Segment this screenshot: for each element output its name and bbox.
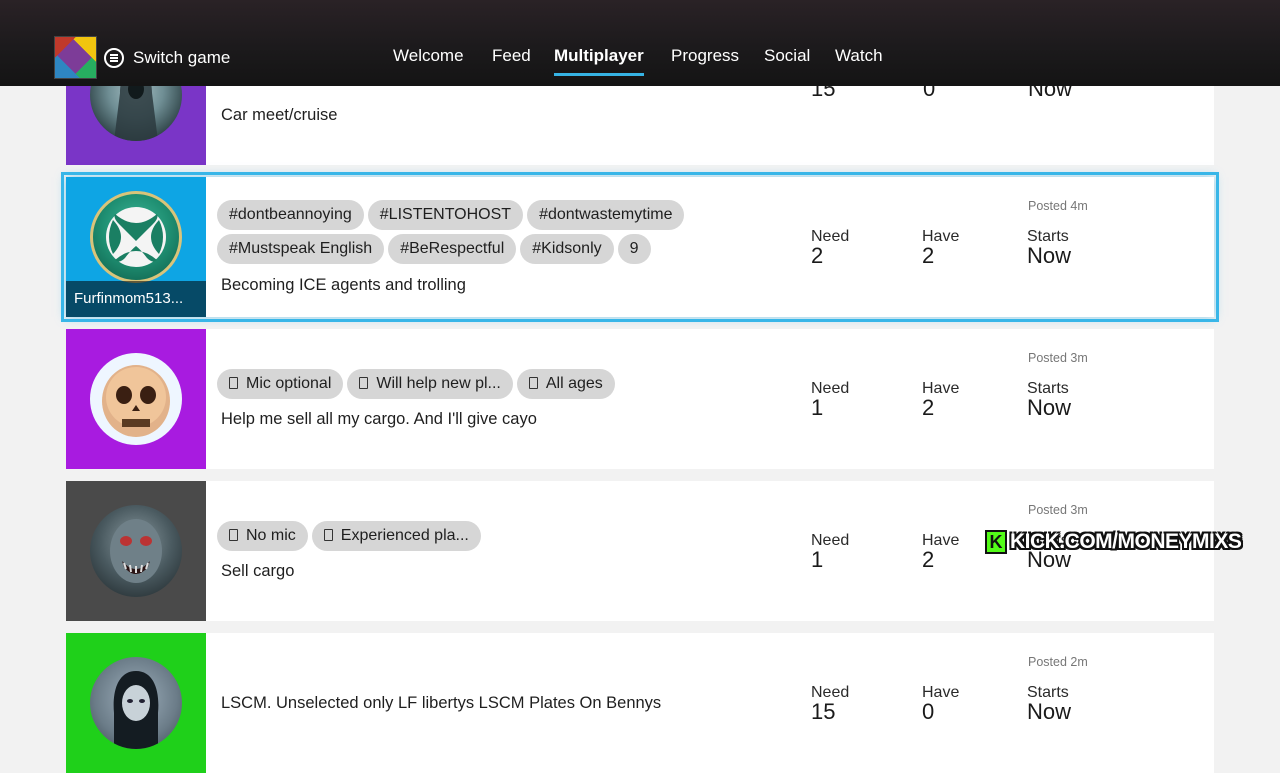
starts-value: Now [1027,699,1072,724]
need-value: 15 [811,699,836,724]
tag-chip: No mic [217,521,308,551]
avatar [90,191,182,283]
document-icon [323,529,333,541]
need-value: 1 [811,395,824,420]
tag-list: No mic Experienced pla... [217,521,737,555]
need-value: 1 [811,547,824,572]
have-stat: Have 2 [922,380,959,420]
starts-value: Now [1027,243,1072,268]
lfg-post-row[interactable]: LSCM. Unselected only LF libertys LSCM P… [66,633,1214,773]
tab-social[interactable]: Social [764,46,810,66]
kick-watermark: K KICK.COM/MONEYMIXS [985,529,1242,555]
need-stat: Need 1 [811,380,849,420]
post-description: Sell cargo [221,562,295,580]
tag-chip: #Kidsonly [520,234,614,264]
need-stat: Need 15 [811,684,849,724]
posted-time: Posted 3m [1028,503,1088,517]
top-navigation-bar: Switch game Welcome Feed Multiplayer Pro… [0,0,1280,86]
starts-value: Now [1027,395,1072,420]
tab-watch[interactable]: Watch [835,46,883,66]
game-thumbnail[interactable] [54,36,97,79]
tag-label: Will help new pl... [376,375,501,392]
document-icon [229,529,238,541]
posted-time: Posted 3m [1028,351,1088,365]
have-value: 2 [922,395,935,420]
tag-chip: All ages [516,369,615,399]
tag-list: Mic optional Will help new pl... All ages [217,369,737,403]
watermark-text: KICK.COM/MONEYMIXS [1010,530,1242,553]
tab-multiplayer[interactable]: Multiplayer [554,46,644,76]
tag-label: All ages [545,375,603,392]
post-description: Car meet/cruise [221,106,338,124]
tag-chip: #BeRespectful [388,234,517,264]
need-stat: Need 2 [811,228,849,268]
avatar-tile [66,633,206,773]
have-value: 0 [922,699,935,724]
switch-game-label: Switch game [133,48,231,67]
starts-stat: Starts Now [1027,228,1072,268]
have-value: 2 [922,243,935,268]
post-description: Becoming ICE agents and trolling [221,276,466,294]
tag-chip: #Mustspeak English [217,234,385,264]
avatar-tile [66,481,206,621]
tag-chip: Experienced pla... [311,521,481,551]
posted-time: Posted 4m [1028,199,1088,213]
document-icon [229,377,238,389]
menu-icon [104,48,124,68]
tag-chip: #LISTENTOHOST [367,200,524,230]
gamertag: Furfinmom513... [66,281,206,317]
lfg-post-row[interactable]: Mic optional Will help new pl... All ages … [66,329,1214,469]
starts-stat: Starts Now [1027,684,1072,724]
tag-list: #dontbeannoying #LISTENTOHOST #dontwastemy… [217,200,737,268]
tag-label: No mic [246,527,296,544]
need-stat: Need 1 [811,532,849,572]
tag-chip: Mic optional [217,369,344,399]
have-stat: Have 0 [922,684,959,724]
document-icon [359,377,369,389]
more-tags-count: 9 [617,234,651,264]
tag-chip: #dontwastemytime [527,200,685,230]
avatar [90,353,182,445]
tag-chip: Will help new pl... [347,369,513,399]
avatar [90,505,182,597]
starts-stat: Starts Now [1027,380,1072,420]
avatar-tile [66,329,206,469]
tag-chip: #dontbeannoying [217,200,364,230]
document-icon [528,377,538,389]
posted-time: Posted 2m [1028,655,1088,669]
have-stat: Have 2 [922,532,959,572]
avatar [90,657,182,749]
xbox-logo-icon [106,207,166,267]
avatar-tile: Furfinmom513... [66,177,206,317]
have-stat: Have 2 [922,228,959,268]
post-description: Help me sell all my cargo. And I'll give… [221,410,537,428]
tab-progress[interactable]: Progress [671,46,739,66]
tag-label: Mic optional [246,375,332,392]
have-value: 2 [922,547,935,572]
post-description: LSCM. Unselected only LF libertys LSCM P… [221,694,662,712]
tag-label: Experienced pla... [340,527,469,544]
lfg-post-row[interactable]: Furfinmom513... #dontbeannoying #LISTENTO… [61,172,1219,322]
switch-game-button[interactable]: Switch game [104,46,230,70]
tab-feed[interactable]: Feed [492,46,531,66]
kick-logo-icon: K [985,530,1007,554]
tab-welcome[interactable]: Welcome [393,46,464,66]
need-value: 2 [811,243,824,268]
